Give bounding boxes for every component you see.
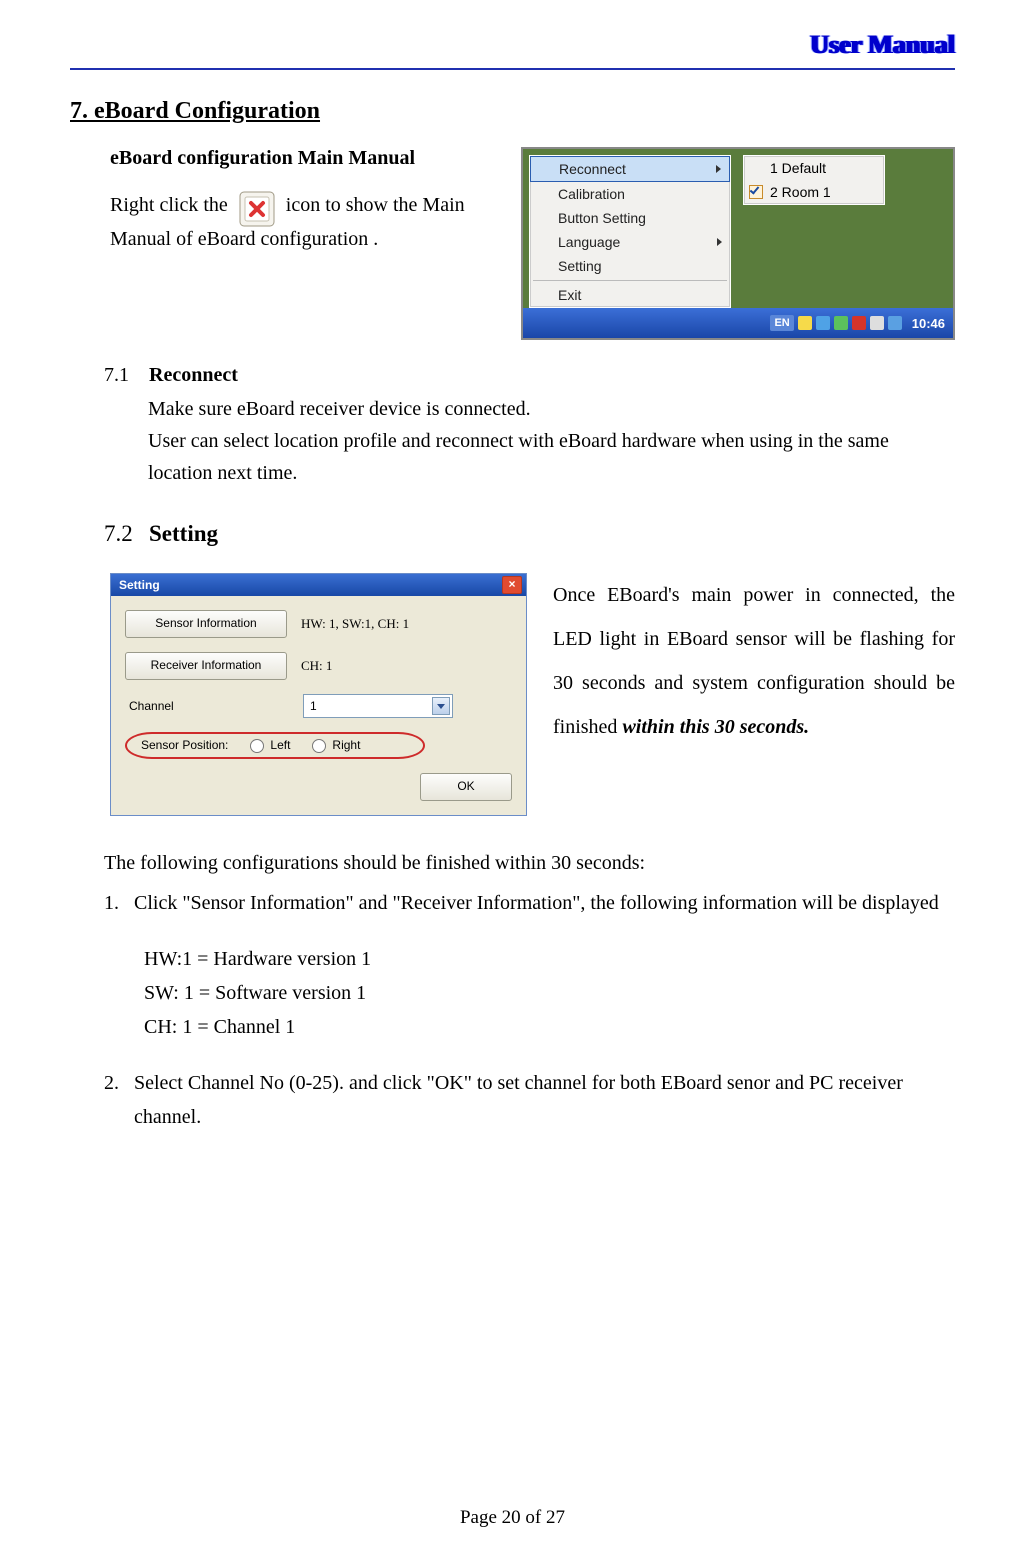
subsection-title: Reconnect [149, 364, 238, 386]
menu-item-setting[interactable]: Setting [530, 254, 730, 278]
subsection-title: Setting [149, 521, 218, 546]
radio-right[interactable]: Right [312, 738, 360, 753]
chevron-right-icon [716, 165, 721, 173]
menu-item-label: Exit [558, 287, 581, 303]
menu-item-label: Reconnect [559, 161, 626, 177]
intro-text-a: Right click the [110, 194, 233, 216]
tray-alert-icon[interactable] [798, 316, 812, 330]
menu-item-label: Calibration [558, 186, 625, 202]
sensor-position-label: Sensor Position: [141, 738, 228, 752]
tray-bluetooth-icon[interactable] [816, 316, 830, 330]
para-text: Once EBoard's main power in connected, t… [553, 584, 955, 738]
submenu-item-room1[interactable]: 2 Room 1 [744, 180, 884, 204]
channel-select[interactable]: 1 [303, 694, 453, 718]
sensor-info-button[interactable]: Sensor Information [125, 610, 287, 638]
submenu-item-default[interactable]: 1 Default [744, 156, 884, 180]
definitions: HW:1 = Hardware version 1 SW: 1 = Softwa… [144, 942, 955, 1044]
tray-network-icon[interactable] [834, 316, 848, 330]
chevron-down-icon[interactable] [432, 697, 450, 715]
page-footer: Page 20 of 27 [0, 1507, 1025, 1529]
radio-label: Left [270, 738, 290, 752]
list-text: Select Channel No (0-25). and click "OK"… [134, 1066, 955, 1134]
row-sensor-info: Sensor Information HW: 1, SW:1, CH: 1 [125, 610, 512, 638]
tray-volume-icon[interactable] [870, 316, 884, 330]
reconnect-submenu[interactable]: 1 Default 2 Room 1 [743, 155, 885, 205]
subsection-number: 7.2 [104, 521, 144, 547]
menu-separator [533, 280, 727, 281]
menu-item-language[interactable]: Language [530, 230, 730, 254]
radio-icon [312, 739, 326, 753]
list-item: 2. Select Channel No (0-25). and click "… [104, 1066, 955, 1134]
receiver-info-value: CH: 1 [301, 658, 332, 674]
taskbar-clock: 10:46 [912, 316, 945, 331]
row-channel: Channel 1 [125, 694, 512, 718]
receiver-info-button[interactable]: Receiver Information [125, 652, 287, 680]
para-emphasis: within this 30 seconds. [622, 716, 809, 738]
list-item: 1. Click "Sensor Information" and "Recei… [104, 886, 955, 920]
channel-label: Channel [125, 699, 289, 713]
context-menu[interactable]: Reconnect Calibration Button Setting Lan… [529, 155, 731, 308]
menu-item-label: Language [558, 234, 620, 250]
subsection-7-1: 7.1 Reconnect Make sure eBoard receiver … [104, 364, 955, 489]
list-number: 1. [104, 886, 134, 920]
body-line: Make sure eBoard receiver device is conn… [148, 393, 955, 425]
running-header: User Manual [70, 30, 955, 60]
menu-item-calibration[interactable]: Calibration [530, 182, 730, 206]
menu-item-reconnect[interactable]: Reconnect [530, 156, 730, 182]
following-block: The following configurations should be f… [104, 846, 955, 1134]
radio-left[interactable]: Left [250, 738, 290, 753]
context-menu-figure: Reconnect Calibration Button Setting Lan… [521, 147, 955, 340]
sensor-position-highlight: Sensor Position: Left Right [125, 732, 425, 759]
setting-dialog-figure: Setting × Sensor Information HW: 1, SW:1… [110, 573, 527, 816]
tray-wifi-icon[interactable] [888, 316, 902, 330]
submenu-item-label: 1 Default [770, 160, 826, 176]
menu-item-button-setting[interactable]: Button Setting [530, 206, 730, 230]
dialog-title: Setting [119, 578, 160, 592]
channel-value: 1 [310, 699, 317, 713]
following-lead: The following configurations should be f… [104, 846, 955, 880]
list-number: 2. [104, 1066, 134, 1134]
definition-line: CH: 1 = Channel 1 [144, 1010, 955, 1044]
menu-backdrop: 1 Default 2 Room 1 [737, 155, 947, 308]
taskbar: EN 10:46 [523, 308, 953, 338]
list-text: Click "Sensor Information" and "Receiver… [134, 886, 955, 920]
row-receiver-info: Receiver Information CH: 1 [125, 652, 512, 680]
subsection-7-2: 7.2 Setting [104, 521, 955, 547]
setting-row: Setting × Sensor Information HW: 1, SW:1… [110, 573, 955, 816]
definition-line: SW: 1 = Software version 1 [144, 976, 955, 1010]
submenu-item-label: 2 Room 1 [770, 184, 831, 200]
row-ok: OK [125, 773, 512, 801]
tray-app-icon [239, 191, 275, 227]
setting-paragraph: Once EBoard's main power in connected, t… [553, 573, 955, 749]
radio-label: Right [332, 738, 360, 752]
menu-row: Reconnect Calibration Button Setting Lan… [523, 149, 953, 308]
language-indicator[interactable]: EN [770, 315, 793, 331]
subsection-number: 7.1 [104, 364, 144, 387]
intro-text: Right click the icon to show the Main Ma… [110, 188, 501, 256]
body-line: User can select location profile and rec… [148, 425, 955, 489]
section-title: 7. eBoard Configuration [70, 98, 955, 125]
radio-icon [250, 739, 264, 753]
intro-heading: eBoard configuration Main Manual [110, 147, 501, 170]
header-rule [70, 68, 955, 70]
page: User Manual 7. eBoard Configuration eBoa… [0, 0, 1025, 1557]
menu-item-label: Setting [558, 258, 602, 274]
intro-column: eBoard configuration Main Manual Right c… [70, 147, 501, 256]
close-icon[interactable]: × [502, 576, 522, 594]
intro-row: eBoard configuration Main Manual Right c… [70, 147, 955, 340]
row-sensor-position: Sensor Position: Left Right [125, 732, 512, 759]
chevron-right-icon [717, 238, 722, 246]
tray-antivirus-icon[interactable] [852, 316, 866, 330]
subsection-body: Make sure eBoard receiver device is conn… [148, 393, 955, 489]
check-icon [749, 185, 763, 199]
menu-item-exit[interactable]: Exit [530, 283, 730, 307]
dialog-titlebar: Setting × [111, 574, 526, 596]
sensor-info-value: HW: 1, SW:1, CH: 1 [301, 616, 409, 632]
definition-line: HW:1 = Hardware version 1 [144, 942, 955, 976]
ok-button[interactable]: OK [420, 773, 512, 801]
dialog-body: Sensor Information HW: 1, SW:1, CH: 1 Re… [111, 596, 526, 815]
menu-item-label: Button Setting [558, 210, 646, 226]
